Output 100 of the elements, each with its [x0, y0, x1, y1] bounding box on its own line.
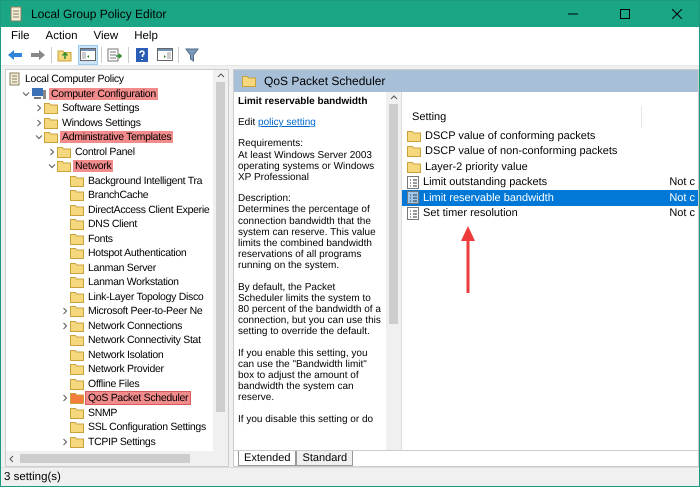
folder-icon [70, 232, 84, 245]
menu-item[interactable]: Action [38, 30, 86, 42]
chevron-right-icon[interactable] [61, 307, 69, 316]
chevron-right-icon[interactable] [35, 118, 43, 127]
tab[interactable]: Standard [296, 451, 354, 466]
folder-icon [70, 189, 84, 202]
chevron-right-icon[interactable] [61, 322, 69, 330]
tree-item[interactable]: Lanman Server [86, 262, 158, 274]
tree-item[interactable]: Software Settings [60, 102, 142, 114]
description-text: If you disable this setting or do [238, 414, 374, 425]
setting-row[interactable]: DSCP value of non-conforming packets [402, 144, 698, 159]
policy-setting-link[interactable]: policy setting [258, 117, 316, 128]
tree-item[interactable]: Fonts [86, 232, 115, 245]
folder-icon [70, 392, 84, 404]
setting-name: Set timer resolution [423, 207, 519, 220]
tree-item[interactable]: Local Computer Policy [23, 73, 126, 86]
tree-item[interactable]: Background Intelligent Tra [86, 174, 204, 187]
tree-item[interactable]: Microsoft Peer-to-Peer Ne [86, 305, 204, 318]
vertical-scrollbar[interactable] [386, 92, 401, 450]
vertical-scrollbar[interactable] [213, 70, 228, 451]
folder-icon [70, 218, 84, 230]
chevron-down-icon[interactable] [22, 90, 30, 98]
folder-icon [70, 320, 84, 332]
tree-item[interactable]: Control Panel [73, 146, 137, 158]
tree-item[interactable]: Link-Layer Topology Disco [86, 290, 206, 303]
scroll-icon [8, 72, 21, 86]
folder-icon [70, 378, 84, 390]
tree-item[interactable]: SNMP [86, 406, 120, 419]
description-text: If you enable this setting, you can use the "Bandwidth limit" box to adjust the amount of bandwidth the system can reserve. [238, 348, 369, 404]
folder-icon [44, 131, 58, 144]
chevron-right-icon[interactable] [61, 438, 69, 446]
setting-document-icon [407, 206, 419, 220]
menu-item[interactable]: View [86, 30, 126, 42]
setting-row[interactable]: Limit reservable bandwidth Not c [402, 190, 698, 206]
setting-state: Not c [669, 176, 696, 188]
setting-name: Layer-2 priority value [425, 160, 529, 173]
tree-item[interactable]: TCPIP Settings [86, 436, 158, 448]
maximize-icon [620, 9, 630, 19]
folder-icon [70, 305, 84, 318]
policy-title: Limit reservable bandwidth [238, 96, 368, 108]
tree-item[interactable]: Network Connectivity Stat [86, 334, 203, 346]
tree-item[interactable]: BranchCache [86, 189, 150, 202]
menu-item[interactable]: Help [126, 30, 166, 42]
forward-arrow-icon [30, 48, 46, 60]
setting-name: Limit reservable bandwidth [423, 192, 555, 204]
folder-icon [242, 75, 256, 87]
tree-item[interactable]: Hotspot Authentication [86, 247, 188, 260]
tree-item[interactable]: Offline Files [86, 378, 142, 390]
chevron-right-icon[interactable] [35, 104, 43, 112]
setting-name: DSCP value of conforming packets [425, 130, 596, 142]
setting-document-icon [407, 176, 419, 189]
folder-icon [407, 145, 421, 158]
folder-icon [70, 421, 84, 434]
setting-state: Not c [669, 207, 696, 220]
folder-icon [70, 334, 84, 346]
toolbar-button[interactable] [78, 44, 98, 64]
tree-item[interactable]: Computer Configuration [49, 88, 158, 100]
chevron-right-icon[interactable] [61, 394, 69, 402]
status-text: 3 setting(s) [4, 471, 61, 483]
tree-item[interactable]: QoS Packet Scheduler [86, 392, 190, 404]
setting-row[interactable]: Set timer resolution Not c [402, 206, 698, 221]
chevron-right-icon[interactable] [48, 148, 56, 156]
tree-item[interactable]: Lanman Workstation [86, 276, 181, 288]
tree-item[interactable]: Network Isolation [86, 348, 166, 361]
tree-item[interactable]: SSL Configuration Settings [86, 421, 208, 434]
description-text: Description: Determines the percentage of connection bandwidth that the system can reserve. This value limits the combined bandwidth reservations of all programs running on the system. [238, 193, 377, 272]
setting-row[interactable]: Limit outstanding packets Not c [402, 174, 698, 190]
window-title: Local Group Policy Editor [31, 7, 168, 21]
filter-icon [185, 48, 199, 62]
tab[interactable]: Extended [238, 451, 296, 466]
tree-item[interactable]: Windows Settings [60, 116, 143, 129]
export-list-icon [107, 48, 123, 62]
tree-item[interactable]: Network Provider [86, 363, 166, 376]
folder-up-icon [57, 48, 73, 62]
setting-state: Not c [669, 192, 696, 204]
tree-item[interactable]: DirectAccess Client Experie [86, 204, 212, 216]
setting-row[interactable]: DSCP value of conforming packets [402, 128, 698, 144]
folder-icon [70, 290, 84, 303]
folder-icon [407, 130, 421, 142]
horizontal-scrollbar[interactable] [6, 451, 228, 466]
tree-item[interactable]: Network [73, 160, 114, 172]
folder-icon [44, 116, 58, 129]
close-icon [672, 9, 682, 19]
setting-row[interactable]: Layer-2 priority value [402, 159, 698, 174]
edit-label: Edit [238, 117, 256, 128]
folder-icon [70, 436, 84, 448]
action-pane-icon [157, 48, 173, 61]
chevron-down-icon[interactable] [48, 162, 56, 170]
folder-icon [70, 174, 84, 187]
setting-name: Limit outstanding packets [423, 176, 548, 188]
menu-item[interactable]: File [3, 30, 38, 42]
chevron-down-icon[interactable] [35, 133, 43, 142]
description-text: Requirements: At least Windows Server 2003 operating systems or Windows XP Professional [238, 138, 376, 184]
tree-item[interactable]: Network Connections [86, 320, 184, 332]
column-header[interactable]: Setting [412, 111, 446, 123]
tree-item[interactable]: DNS Client [86, 218, 139, 230]
folder-icon [70, 204, 84, 216]
computer-icon [31, 87, 47, 100]
description-text: By default, the Packet Scheduler limits the system to 80 percent of the bandwidth of a connection, but you can use this setting to override the default. [238, 282, 382, 338]
tree-item[interactable]: Administrative Templates [60, 131, 174, 144]
